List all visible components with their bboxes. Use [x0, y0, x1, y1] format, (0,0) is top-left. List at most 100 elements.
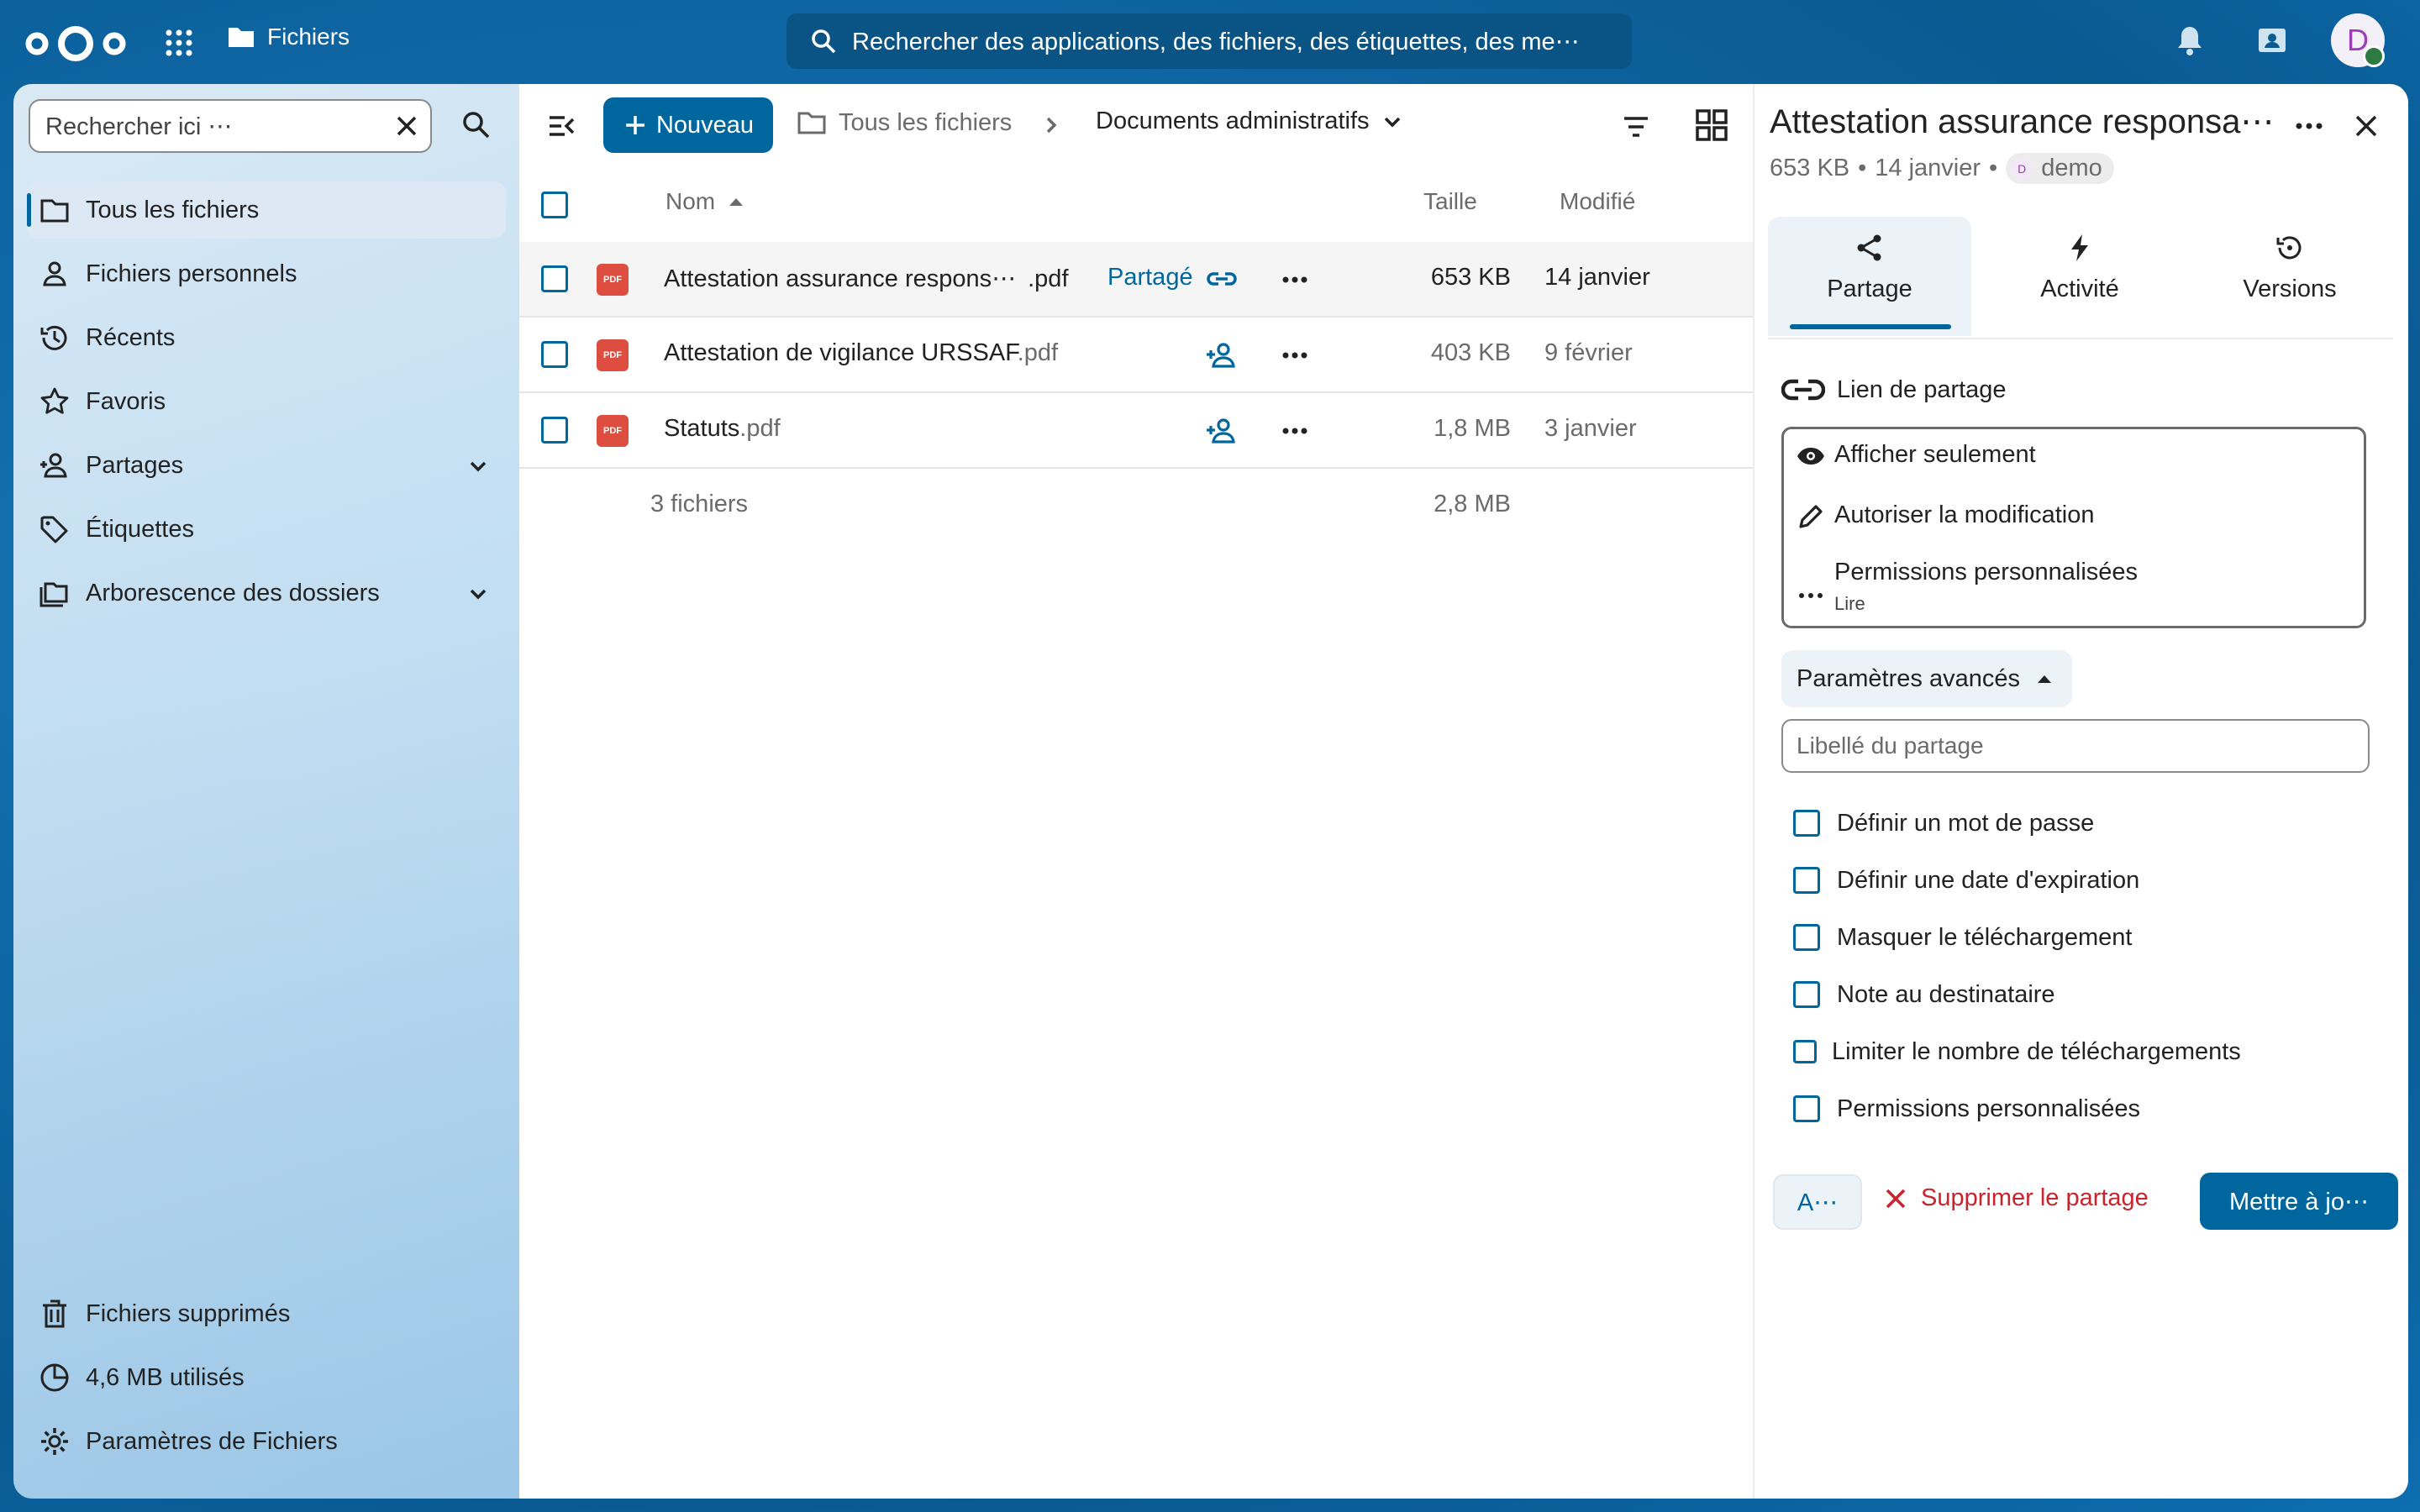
- search-icon[interactable]: [459, 108, 492, 141]
- pie-chart-icon: [40, 1363, 69, 1392]
- breadcrumb-current[interactable]: Documents administratifs: [1096, 108, 1405, 135]
- toggle-sidebar-icon[interactable]: [544, 109, 578, 143]
- shared-status-label[interactable]: Partagé: [1107, 264, 1193, 291]
- checkbox[interactable]: [1793, 924, 1820, 951]
- apps-grid-icon[interactable]: [165, 29, 193, 57]
- app-files-link[interactable]: Fichiers: [227, 24, 350, 50]
- file-modified: 14 janvier: [1544, 264, 1650, 291]
- sidebar-item-tags[interactable]: Étiquettes: [27, 501, 506, 558]
- sidebar-item-trash[interactable]: Fichiers supprimés: [27, 1285, 506, 1342]
- sidebar-item-settings[interactable]: Paramètres de Fichiers: [27, 1413, 506, 1470]
- file-modified: 9 février: [1544, 339, 1633, 366]
- perm-custom[interactable]: Permissions personnalisées Lire: [1796, 559, 2138, 615]
- share-link-header[interactable]: Lien de partage: [1781, 368, 2007, 412]
- sidebar-item-all-files[interactable]: Tous les fichiers: [27, 181, 506, 239]
- file-name[interactable]: Attestation de vigilance URSSAF.pdf: [664, 339, 1058, 367]
- perm-view-only[interactable]: Afficher seulement: [1796, 441, 2036, 471]
- sidebar-search-input[interactable]: [44, 111, 375, 141]
- owner-chip[interactable]: D demo: [2006, 153, 2114, 184]
- option-expiration-date[interactable]: Définir une date d'expiration: [1793, 852, 2241, 909]
- tag-icon: [40, 516, 68, 543]
- contacts-icon[interactable]: [2255, 24, 2289, 57]
- row-checkbox[interactable]: [541, 265, 568, 292]
- share-label-input[interactable]: [1781, 719, 2370, 773]
- option-custom-permissions[interactable]: Permissions personnalisées: [1793, 1080, 2241, 1137]
- search-icon: [812, 29, 836, 54]
- sidebar-item-label: Fichiers supprimés: [86, 1299, 291, 1327]
- new-button[interactable]: Nouveau: [603, 97, 773, 153]
- checkbox[interactable]: [1793, 810, 1820, 837]
- table-row[interactable]: PDF Statuts.pdf 1,8 MB 3 janvier: [519, 393, 1753, 469]
- cancel-button[interactable]: A⋯: [1773, 1174, 1862, 1230]
- checkbox[interactable]: [1793, 1095, 1820, 1122]
- owner-avatar: D: [2011, 157, 2033, 180]
- share-user-icon[interactable]: [1205, 413, 1239, 447]
- link-icon[interactable]: [1205, 262, 1239, 296]
- sort-by-size[interactable]: Taille: [1423, 188, 1477, 215]
- tab-label: Partage: [1827, 276, 1912, 302]
- column-name-label: Nom: [666, 188, 716, 214]
- sidebar-item-shares[interactable]: Partages: [27, 437, 506, 494]
- checkbox[interactable]: [1793, 981, 1820, 1008]
- option-set-password[interactable]: Définir un mot de passe: [1793, 795, 2241, 852]
- gear-icon: [41, 1428, 68, 1455]
- tab-activity[interactable]: Activité: [1978, 217, 2181, 336]
- file-list-area: Nouveau Tous les fichiers Documents admi…: [519, 84, 1753, 1499]
- file-extension: .pdf: [1017, 339, 1059, 366]
- file-name[interactable]: Attestation assurance respons⋯ .pdf: [664, 264, 1069, 293]
- sidebar-item-personal-files[interactable]: Fichiers personnels: [27, 245, 506, 302]
- sidebar-item-label: Fichiers personnels: [86, 260, 297, 287]
- more-actions-icon[interactable]: [1281, 265, 1309, 294]
- filter-icon[interactable]: [1620, 111, 1652, 143]
- sidebar-item-folder-tree[interactable]: Arborescence des dossiers: [27, 564, 506, 622]
- file-name[interactable]: Statuts.pdf: [664, 415, 781, 443]
- delete-share-button[interactable]: Supprimer le partage: [1882, 1184, 2149, 1212]
- folder-icon: [229, 28, 254, 47]
- tab-sharing[interactable]: Partage: [1768, 217, 1971, 336]
- table-row[interactable]: PDF Attestation de vigilance URSSAF.pdf …: [519, 318, 1753, 393]
- row-checkbox[interactable]: [541, 417, 568, 444]
- clear-search-icon[interactable]: [392, 111, 422, 141]
- tab-versions[interactable]: Versions: [2188, 217, 2391, 336]
- share-user-icon[interactable]: [1205, 338, 1239, 371]
- more-actions-icon[interactable]: [1281, 341, 1309, 370]
- notifications-bell-icon[interactable]: [2173, 24, 2207, 57]
- breadcrumb-root[interactable]: Tous les fichiers: [797, 108, 1012, 138]
- option-note-recipient[interactable]: Note au destinataire: [1793, 966, 2241, 1023]
- more-actions-icon[interactable]: [2292, 109, 2326, 143]
- close-icon[interactable]: [2349, 109, 2383, 143]
- select-all-checkbox[interactable]: [541, 192, 568, 218]
- option-limit-downloads[interactable]: Limiter le nombre de téléchargements: [1793, 1023, 2241, 1080]
- chevron-down-icon[interactable]: [466, 454, 491, 479]
- more-actions-icon[interactable]: [1281, 417, 1309, 445]
- update-share-button[interactable]: Mettre à jo⋯: [2200, 1173, 2398, 1230]
- history-icon: [40, 325, 67, 350]
- option-hide-download[interactable]: Masquer le téléchargement: [1793, 909, 2241, 966]
- file-size: 403 KB: [1430, 339, 1511, 366]
- storage-quota[interactable]: 4,6 MB utilisés: [27, 1349, 506, 1406]
- chevron-down-icon[interactable]: [466, 581, 491, 606]
- row-checkbox[interactable]: [541, 341, 568, 368]
- tab-label: Activité: [2040, 276, 2119, 302]
- advanced-settings-toggle[interactable]: Paramètres avancés: [1781, 650, 2072, 707]
- sidebar-nav: Tous les fichiers Fichiers personnels Ré…: [27, 181, 506, 628]
- perm-allow-edit[interactable]: Autoriser la modification: [1796, 501, 2094, 532]
- storage-quota-label: 4,6 MB utilisés: [86, 1363, 245, 1391]
- checkbox[interactable]: [1793, 1040, 1817, 1063]
- sidebar-item-recent[interactable]: Récents: [27, 309, 506, 366]
- sidebar-item-favorites[interactable]: Favoris: [27, 373, 506, 430]
- user-avatar[interactable]: D: [2331, 13, 2385, 67]
- plus-icon: [625, 116, 644, 134]
- sort-ascending-icon: [729, 198, 744, 206]
- sort-by-modified[interactable]: Modifié: [1560, 188, 1635, 215]
- global-search-field[interactable]: Rechercher des applications, des fichier…: [786, 13, 1632, 69]
- pdf-file-icon: PDF: [597, 339, 629, 371]
- lightning-icon: [2071, 234, 2088, 261]
- checkbox[interactable]: [1793, 867, 1820, 894]
- sidebar-search-field[interactable]: [29, 99, 432, 153]
- sort-by-name[interactable]: Nom: [666, 188, 747, 215]
- meta-separator: •: [1989, 155, 1998, 181]
- grid-view-icon[interactable]: [1694, 108, 1729, 143]
- table-row[interactable]: PDF Attestation assurance respons⋯ .pdf P…: [519, 242, 1753, 318]
- nextcloud-logo[interactable]: [24, 24, 128, 64]
